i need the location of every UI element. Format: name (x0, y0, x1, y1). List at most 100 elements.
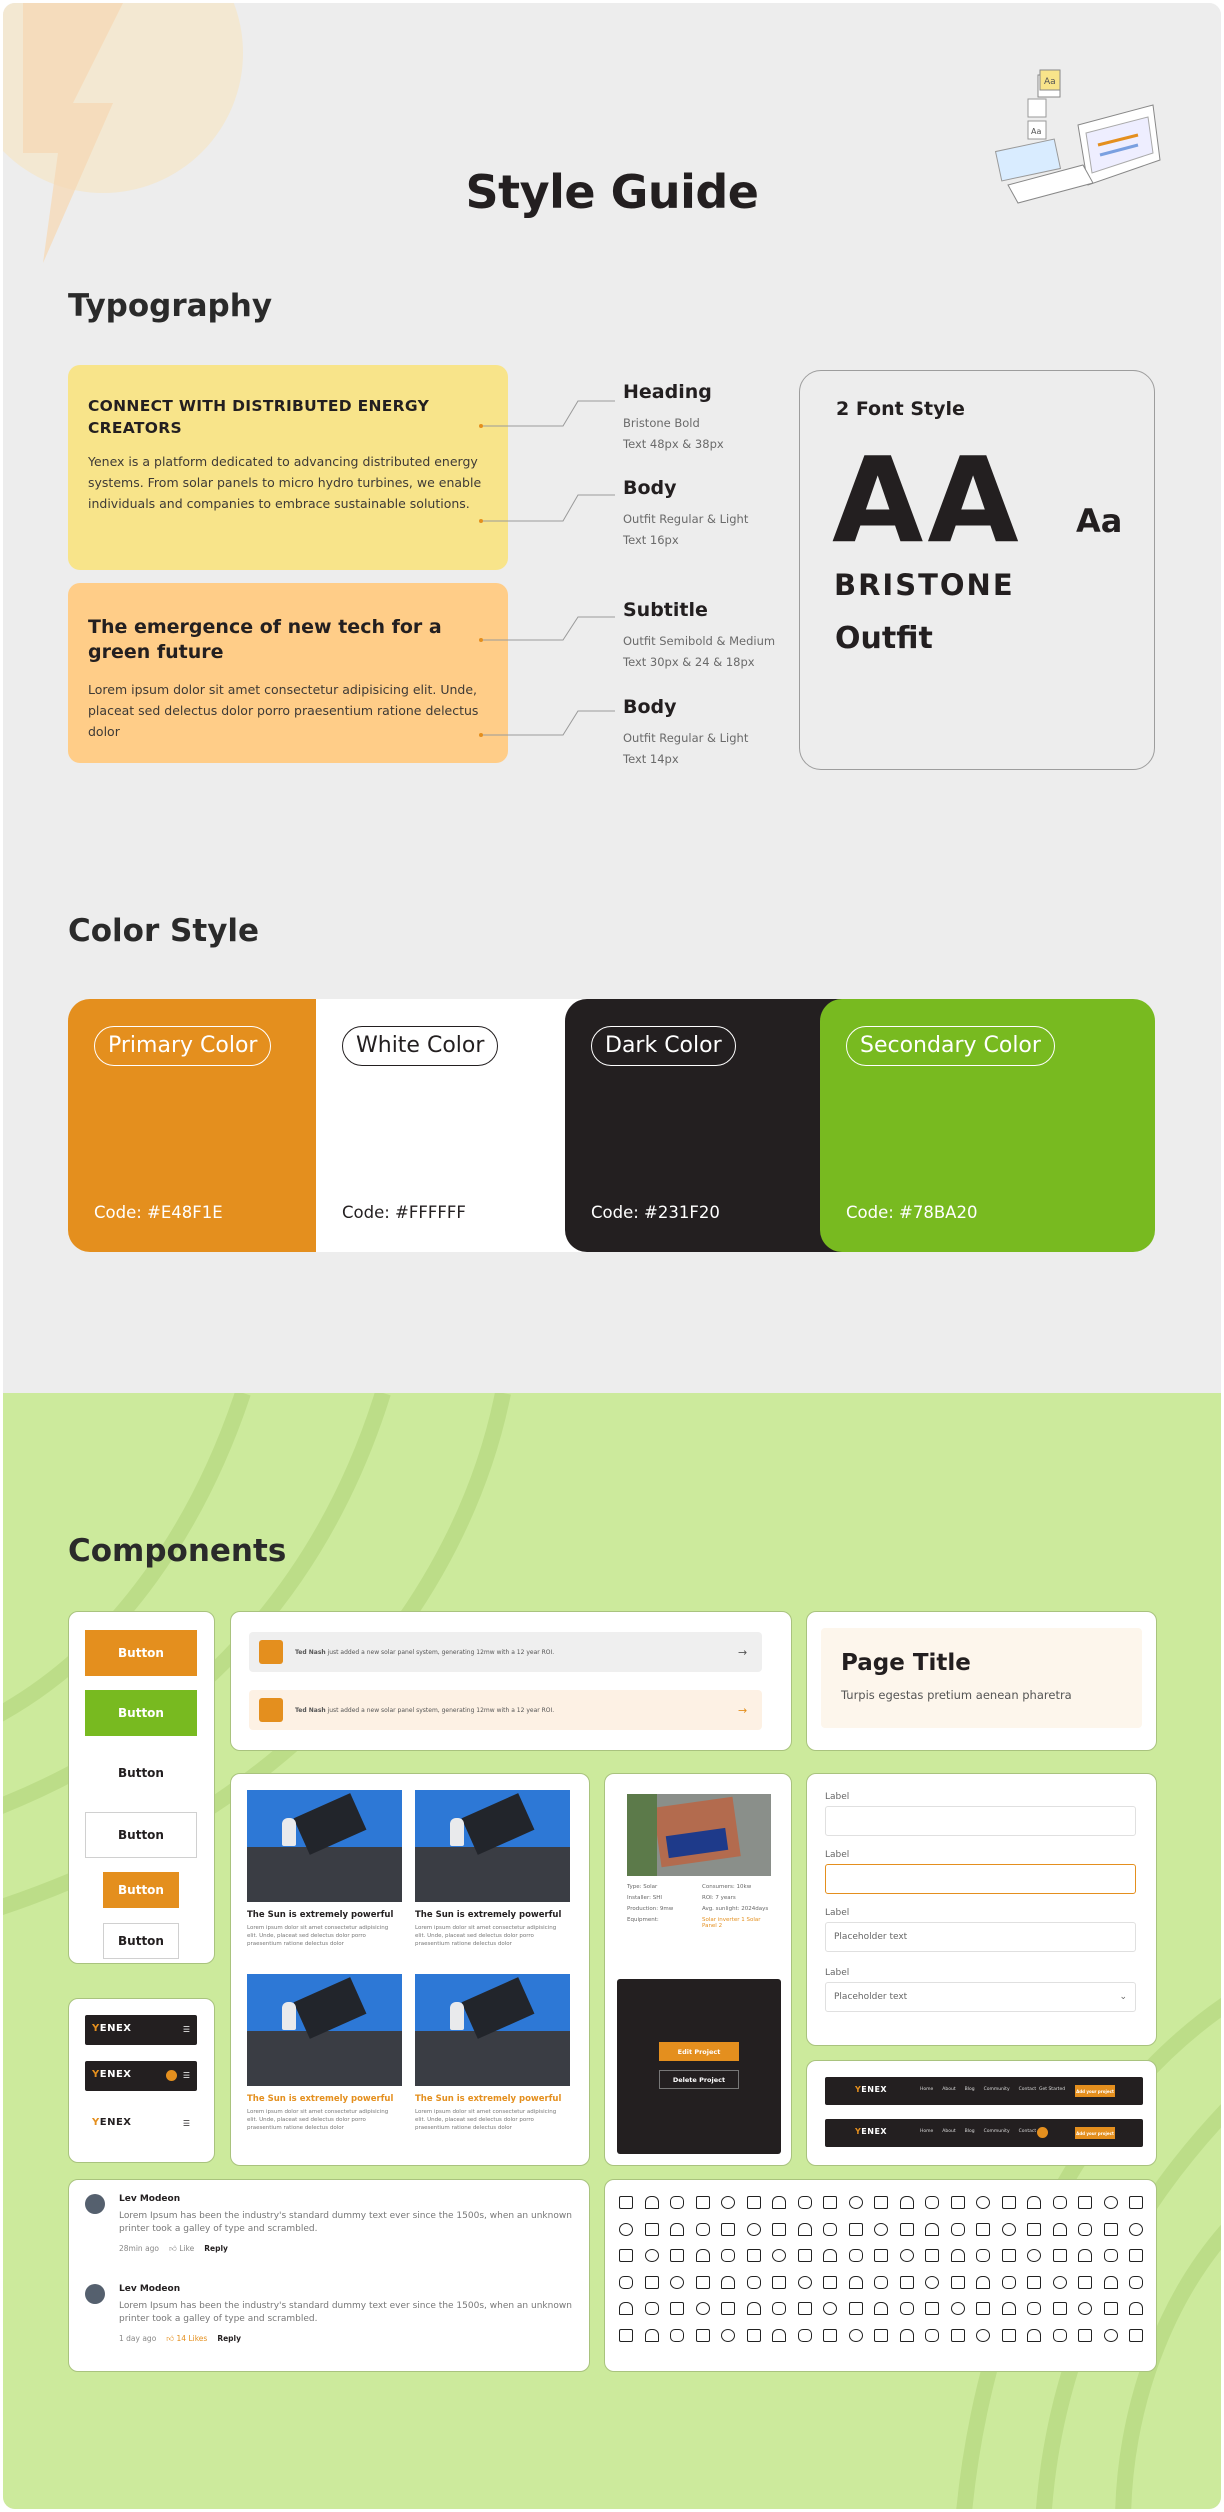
arrow-right-icon[interactable]: → (738, 1646, 752, 1659)
ui-icon (1129, 2222, 1143, 2236)
font-name-bristone: BRISTONE (834, 568, 1015, 602)
add-project-button[interactable]: Add your project (1075, 2085, 1115, 2097)
ui-icon (619, 2275, 633, 2289)
spec-name: Heading (623, 381, 712, 403)
post-title[interactable]: The Sun is extremely powerful (415, 1910, 570, 1920)
thumbs-up-icon: 👍︎ (166, 2334, 175, 2343)
spec-body-small: Body Outfit Regular & Light Text 14px (623, 696, 748, 770)
post-description: Lorem ipsum dolor sit amet consectetur a… (247, 2109, 389, 2131)
menu-icon[interactable]: ☰ (183, 2025, 190, 2034)
ui-icon (746, 2302, 761, 2315)
nav-link[interactable]: Home (920, 2087, 933, 2092)
small-primary-button[interactable]: Button (103, 1872, 179, 1908)
edit-project-button[interactable]: Edit Project (659, 2042, 739, 2061)
project-details: Type: Solar Consumers: 10kw Installer: SHI… (627, 1884, 777, 1929)
ui-icon (1103, 2328, 1118, 2342)
ui-icon (670, 2328, 684, 2342)
project-photo (627, 1794, 771, 1876)
comment-time: 28min ago (119, 2244, 160, 2253)
avatar (85, 2284, 105, 2304)
nav-link[interactable]: Blog (965, 2087, 975, 2092)
text-field-placeholder[interactable]: Placeholder text (825, 1922, 1136, 1952)
ui-icon (925, 2328, 939, 2342)
field-label: Label (825, 1792, 850, 1802)
ui-icon (950, 2196, 965, 2209)
spec-font: Outfit Regular & Light (623, 512, 749, 526)
ui-icon (644, 2302, 659, 2315)
nav-link[interactable]: About (942, 2129, 955, 2134)
ui-icon (619, 2249, 633, 2262)
nav-link[interactable]: Community (984, 2087, 1010, 2092)
avatar[interactable] (1037, 2127, 1048, 2138)
post-title[interactable]: The Sun is extremely powerful (415, 2094, 570, 2104)
logo: YENEX (92, 2069, 132, 2080)
ui-icon (644, 2275, 659, 2289)
project-detail: Equipment: (627, 1917, 659, 1923)
nav-link[interactable]: Blog (965, 2129, 975, 2134)
ui-icon (644, 2196, 659, 2209)
ui-icon (848, 2196, 863, 2209)
reply-button[interactable]: Reply (204, 2244, 228, 2254)
form-fields-card: Label Label Label Placeholder text Label… (806, 1773, 1157, 2046)
post-photo (247, 1974, 402, 2086)
like-button[interactable]: 👍︎ Like (169, 2244, 194, 2254)
like-button[interactable]: 👍︎ 14 Likes (166, 2334, 207, 2344)
ui-icon (899, 2275, 914, 2289)
select-placeholder: Placeholder text (834, 1992, 908, 2002)
nav-link[interactable]: Home (920, 2129, 933, 2134)
spec-body: Body Outfit Regular & Light Text 16px (623, 477, 748, 551)
ui-icon (925, 2249, 939, 2262)
ui-icon (746, 2222, 761, 2236)
text-field-empty[interactable] (825, 1806, 1136, 1836)
ui-icon (1078, 2328, 1092, 2342)
ui-icon (1052, 2196, 1067, 2209)
nav-link[interactable]: Community (984, 2129, 1010, 2134)
project-detail: Installer: SHI (627, 1895, 662, 1901)
reply-button[interactable]: Reply (217, 2334, 241, 2344)
login-link[interactable]: Get Started (1039, 2087, 1065, 2092)
page-title-subtitle: Turpis egestas pretium aenean pharetra (841, 1688, 1072, 1702)
text-field-focused[interactable] (825, 1864, 1136, 1894)
primary-button[interactable]: Button (85, 1630, 197, 1676)
menu-icon[interactable]: ☰ (183, 2071, 190, 2080)
nav-link[interactable]: Contact (1019, 2087, 1037, 2092)
notifications-card: Ted Nash just added a new solar panel sy… (230, 1611, 792, 1751)
ui-icon (1052, 2302, 1067, 2315)
logo: YENEX (92, 2023, 132, 2034)
arrow-right-icon[interactable]: → (738, 1704, 752, 1717)
page-title-text: Page Title (841, 1650, 971, 1676)
outline-button[interactable]: Button (85, 1812, 197, 1858)
nav-link[interactable]: Contact (1019, 2129, 1037, 2134)
avatar[interactable] (166, 2070, 177, 2081)
font-sample-large: AA (832, 431, 1023, 569)
ui-icon (1052, 2275, 1067, 2289)
spec-size: Text 14px (623, 752, 679, 766)
post-title[interactable]: The Sun is extremely powerful (247, 1910, 402, 1920)
notification-item-highlighted[interactable]: Ted Nash just added a new solar panel sy… (249, 1690, 762, 1730)
add-project-button[interactable]: Add your project (1075, 2127, 1115, 2139)
field-label: Label (825, 1968, 850, 1978)
spec-size: Text 16px (623, 533, 679, 547)
nav-link[interactable]: About (942, 2087, 955, 2092)
delete-project-button[interactable]: Delete Project (659, 2070, 739, 2089)
secondary-button[interactable]: Button (85, 1690, 197, 1736)
mobile-header-card: YENEX ☰ YENEX ☰ YENEX ☰ (68, 1998, 215, 2163)
text-button[interactable]: Button (85, 1750, 197, 1796)
ui-icon (670, 2249, 684, 2262)
swatch-name: Dark Color (591, 1026, 736, 1066)
ui-icon (644, 2328, 659, 2342)
select-field[interactable]: Placeholder text ⌄ (825, 1982, 1136, 2012)
small-outline-button[interactable]: Button (103, 1923, 179, 1959)
menu-icon[interactable]: ☰ (183, 2119, 190, 2128)
post-title[interactable]: The Sun is extremely powerful (247, 2094, 402, 2104)
notification-item[interactable]: Ted Nash just added a new solar panel sy… (249, 1632, 762, 1672)
ui-icon (1078, 2249, 1092, 2262)
ui-icon (1129, 2302, 1143, 2315)
ui-icon (976, 2249, 990, 2262)
spec-name: Body (623, 696, 677, 718)
ui-icon (899, 2249, 914, 2262)
ui-icon (1103, 2196, 1118, 2209)
style-guide-page: Aa Aa Style Guide Typography CONNECT WIT… (3, 3, 1221, 2509)
ui-icon (1078, 2302, 1092, 2315)
project-detail: Solar inverter 1 Solar Panel 2 (702, 1917, 761, 1929)
